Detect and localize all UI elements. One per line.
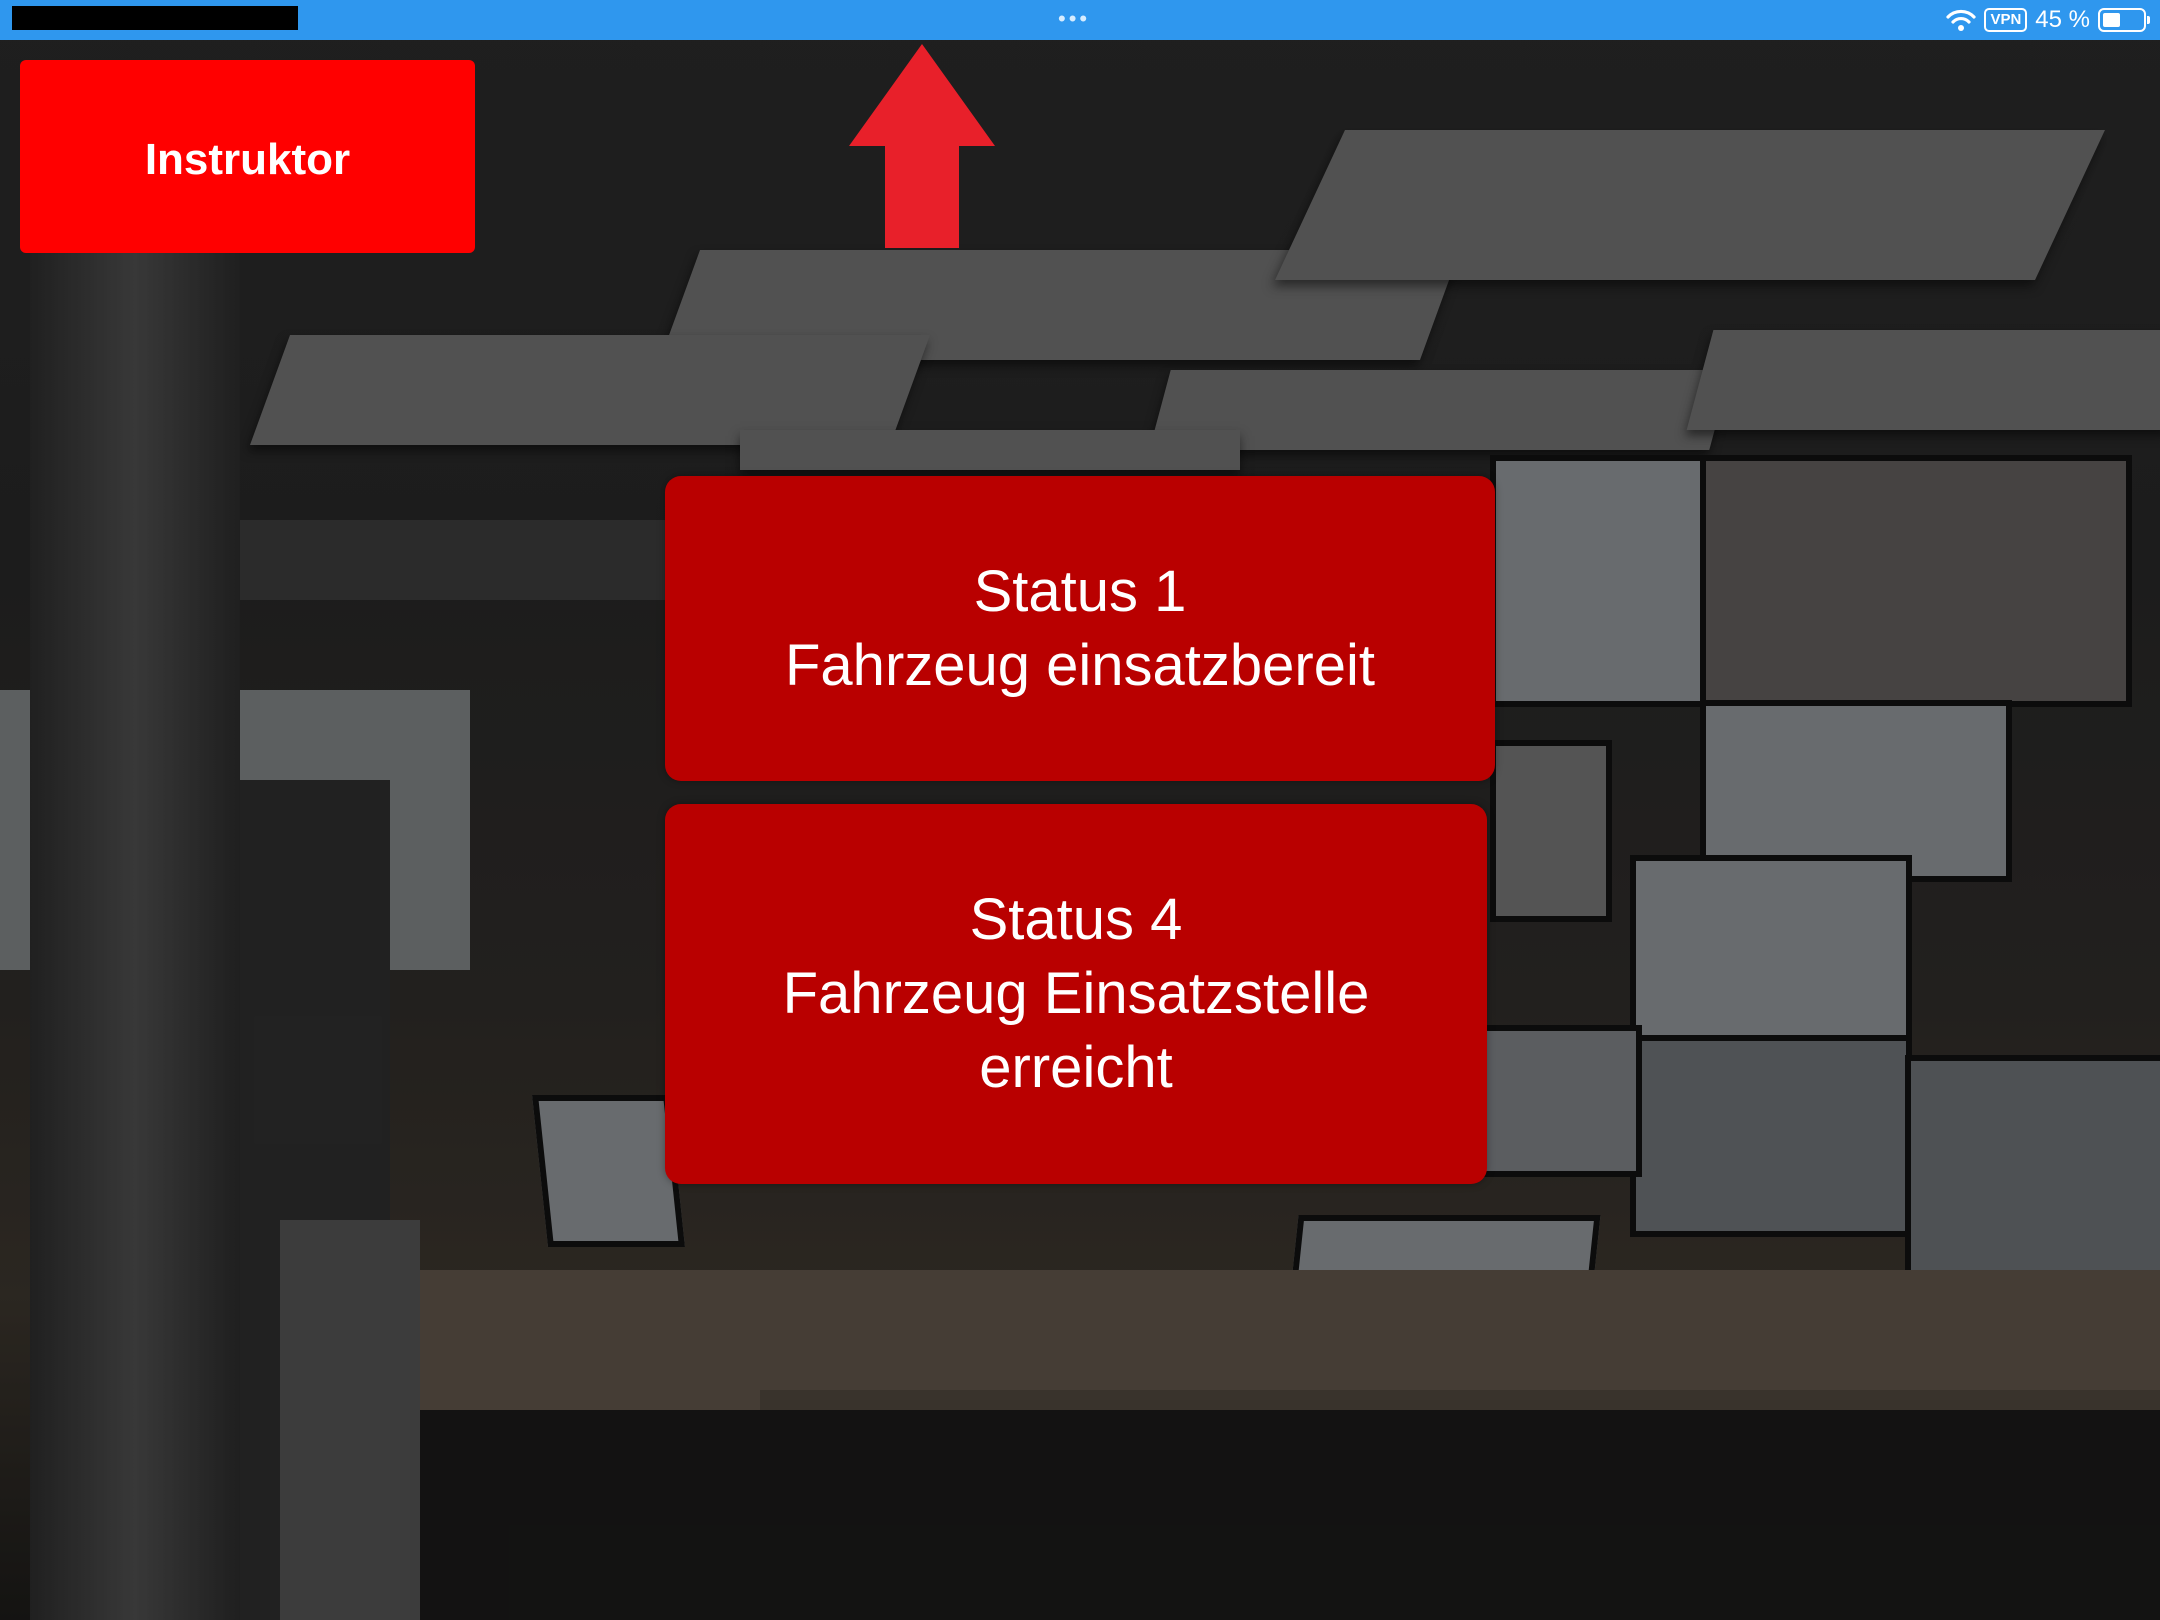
battery-percentage: 45 % xyxy=(2035,6,2090,33)
instruktor-button[interactable]: Instruktor xyxy=(20,60,475,253)
status-4-title: Status 4 xyxy=(969,887,1183,952)
redacted-label xyxy=(12,6,298,30)
up-arrow-icon[interactable] xyxy=(849,44,995,248)
app-screen: ••• VPN 45 % Instruktor Status 1 Fahrzeu… xyxy=(0,0,2160,1620)
status-4-description-cont: erreicht xyxy=(979,1035,1173,1100)
vpn-badge: VPN xyxy=(1984,8,2028,32)
status-1-button[interactable]: Status 1 Fahrzeug einsatzbereit xyxy=(665,476,1495,781)
battery-icon xyxy=(2098,8,2150,32)
status-indicators: VPN 45 % xyxy=(1946,4,2150,36)
status-4-button[interactable]: Status 4 Fahrzeug Einsatzstelle erreicht xyxy=(665,804,1487,1184)
wifi-icon xyxy=(1946,8,1977,32)
status-1-description: Fahrzeug einsatzbereit xyxy=(785,632,1375,698)
status-1-title: Status 1 xyxy=(973,558,1187,624)
status-4-description: Fahrzeug Einsatzstelle xyxy=(782,961,1370,1026)
battery-level-fill xyxy=(2103,13,2120,27)
system-status-bar: ••• VPN 45 % xyxy=(0,0,2160,40)
multitasking-dots[interactable]: ••• xyxy=(1058,6,1090,32)
